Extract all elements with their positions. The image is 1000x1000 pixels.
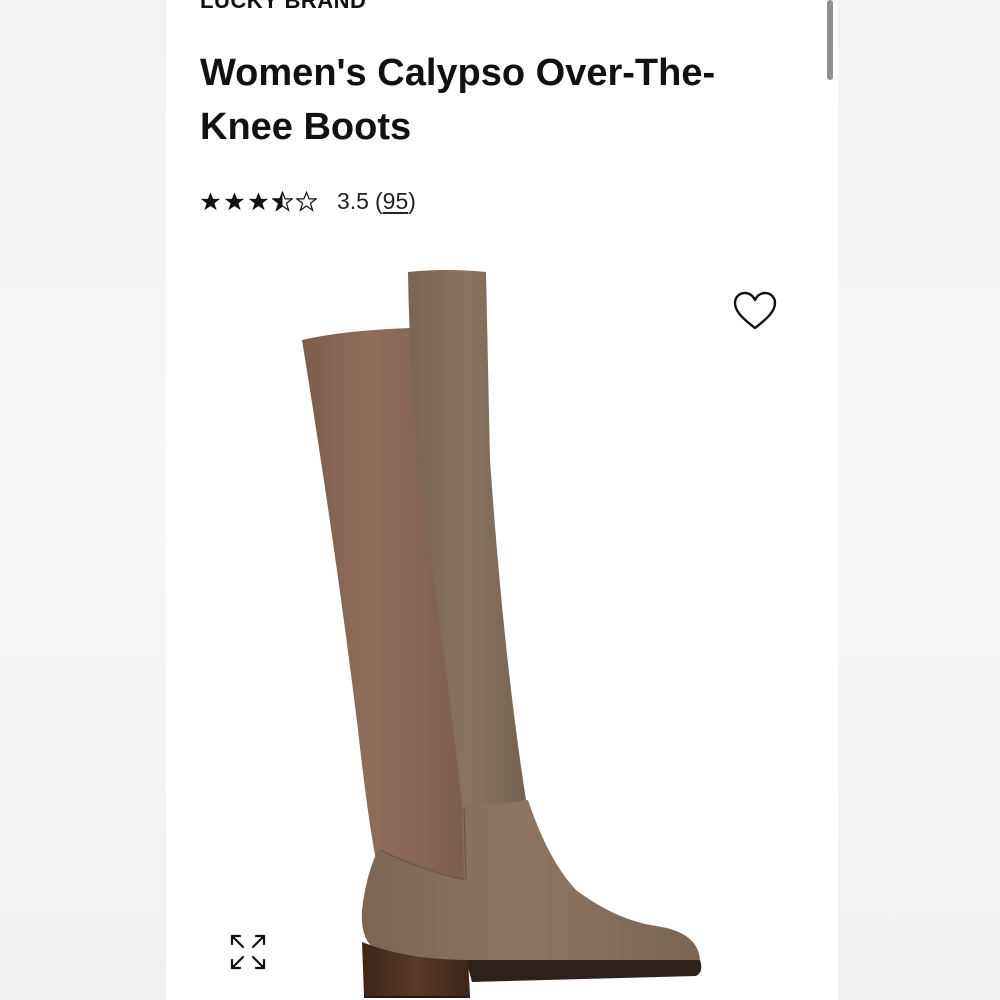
brand-name[interactable]: LUCKY BRAND	[200, 0, 366, 14]
expand-icon[interactable]	[228, 932, 268, 972]
star-full-icon	[224, 191, 245, 210]
review-count-link[interactable]: 95	[383, 188, 409, 214]
star-half-icon	[272, 190, 293, 212]
star-full-icon	[248, 191, 269, 210]
star-empty-icon	[296, 190, 317, 212]
open-paren: (	[374, 187, 383, 214]
close-paren: )	[408, 187, 416, 214]
background-right	[838, 0, 1000, 1000]
review-count[interactable]: (95)	[375, 188, 416, 215]
background-left	[0, 0, 166, 1000]
product-title: Women's Calypso Over-The-Knee Boots	[200, 52, 716, 148]
star-full-icon	[200, 191, 221, 210]
product-panel: LUCKY BRAND Women's Calypso Over-The-Kne…	[166, 0, 838, 1000]
product-image[interactable]	[286, 260, 726, 1000]
star-rating	[200, 190, 317, 212]
rating-row[interactable]: 3.5 (95)	[200, 184, 416, 218]
rating-value: 3.5	[337, 187, 369, 214]
scrollbar-thumb[interactable]	[827, 0, 833, 80]
heart-icon[interactable]	[732, 290, 778, 332]
boot-image	[302, 270, 702, 998]
